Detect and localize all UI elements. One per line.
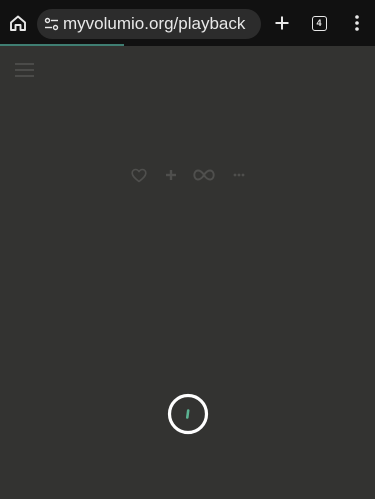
page-load-progress-fill [0, 44, 124, 46]
ellipsis-icon[interactable] [230, 166, 248, 184]
browser-toolbar: myvolumio.org/playback 4 [0, 0, 375, 46]
tab-count-icon: 4 [311, 15, 327, 31]
browser-menu-button[interactable] [345, 11, 369, 35]
plus-icon[interactable] [162, 166, 180, 184]
address-bar[interactable]: myvolumio.org/playback [37, 9, 261, 39]
loading-spinner [167, 393, 209, 435]
page-load-progress [0, 44, 375, 46]
heart-icon[interactable] [130, 166, 148, 184]
hamburger-icon[interactable] [15, 63, 34, 77]
home-icon [10, 15, 26, 31]
new-tab-button[interactable] [270, 11, 294, 35]
site-settings-icon[interactable] [43, 16, 59, 32]
tab-count: 4 [316, 17, 322, 28]
url-text[interactable]: myvolumio.org/playback [63, 14, 245, 34]
track-actions [130, 163, 250, 187]
infinity-icon[interactable] [192, 166, 216, 184]
tab-switcher-button[interactable]: 4 [307, 11, 331, 35]
home-button[interactable] [6, 11, 30, 35]
more-vertical-icon [355, 15, 359, 31]
plus-icon [275, 16, 289, 30]
